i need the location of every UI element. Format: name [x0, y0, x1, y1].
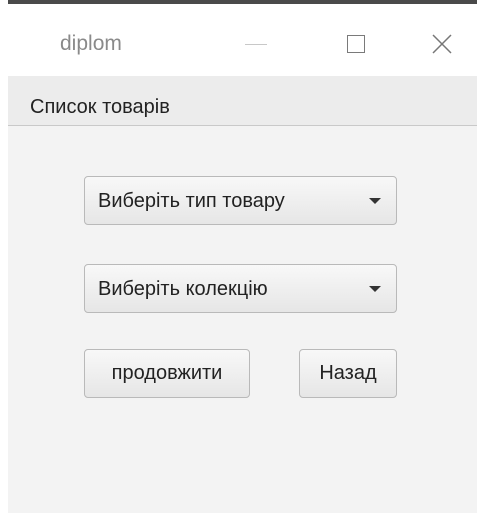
- menu-bar: Список товарів: [8, 76, 477, 126]
- window-title: diplom: [60, 32, 122, 55]
- application-window: diplom Список товарів Виберіть тип товар…: [8, 0, 477, 513]
- menu-item-product-list[interactable]: Список товарів: [30, 96, 170, 119]
- close-button[interactable]: [412, 22, 472, 66]
- back-button[interactable]: Назад: [299, 349, 397, 398]
- close-icon: [432, 34, 452, 54]
- title-bar[interactable]: diplom: [8, 4, 477, 76]
- chevron-down-icon: [369, 286, 381, 292]
- product-type-select-label: Виберіть тип товару: [98, 190, 285, 212]
- maximize-button[interactable]: [326, 22, 386, 66]
- chevron-down-icon: [369, 198, 381, 204]
- minimize-button[interactable]: [226, 22, 286, 66]
- minimize-icon: [245, 43, 267, 45]
- collection-select-label: Виберіть колекцію: [98, 278, 268, 300]
- continue-button[interactable]: продовжити: [84, 349, 250, 398]
- collection-select[interactable]: Виберіть колекцію: [84, 264, 397, 313]
- maximize-icon: [347, 35, 365, 53]
- product-type-select[interactable]: Виберіть тип товару: [84, 176, 397, 225]
